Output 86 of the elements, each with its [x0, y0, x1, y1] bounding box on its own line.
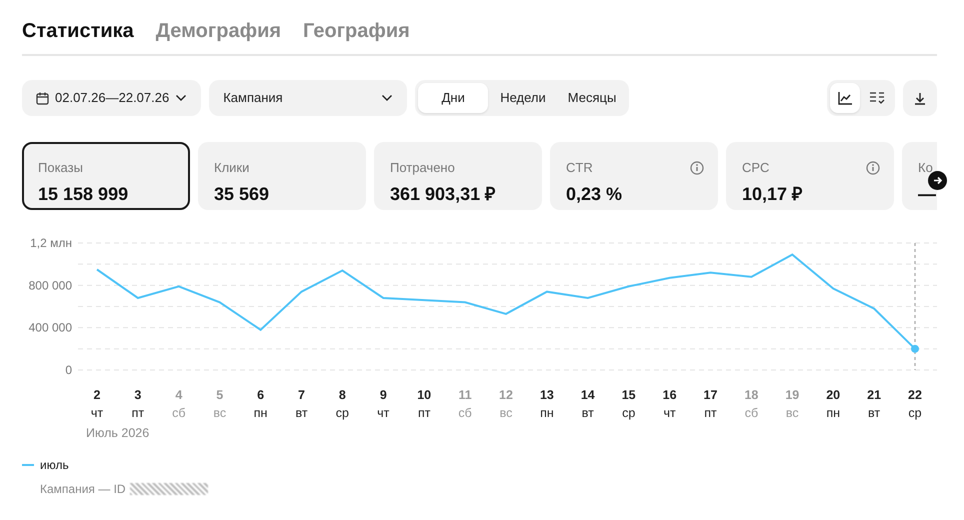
weekday-label: сб	[744, 406, 758, 420]
weekday-label: пт	[418, 406, 430, 420]
date-range-button[interactable]: 02.07.26—22.07.26	[22, 80, 202, 116]
metric-label: Показы	[38, 159, 83, 177]
campaign-dropdown[interactable]: Кампания	[209, 80, 408, 116]
day-label: 7	[298, 388, 305, 402]
metric-value: 361 903,31 ₽	[390, 183, 496, 206]
view-toggle[interactable]	[830, 83, 860, 113]
day-label: 20	[826, 388, 840, 402]
weekday-label: пн	[540, 406, 554, 420]
info-icon[interactable]	[866, 160, 880, 175]
data-point	[911, 344, 919, 353]
weekday-label: вс	[500, 406, 512, 420]
metric-card[interactable]: CTR 0,23 %	[550, 142, 718, 210]
day-label: 12	[499, 388, 513, 402]
weekday-label: сб	[172, 406, 186, 420]
download-button[interactable]	[903, 80, 937, 116]
metric-card[interactable]: Потрачено 361 903,31 ₽	[374, 142, 542, 210]
caret-icon	[175, 94, 188, 102]
calendar-icon	[36, 92, 49, 104]
metric-value: 35 569	[214, 183, 270, 206]
day-label: 15	[622, 388, 636, 402]
weekday-label: ср	[336, 406, 349, 420]
weekday-label: чт	[663, 406, 676, 420]
day-label: 8	[338, 388, 346, 402]
metric-card[interactable]: CPC 10,17 ₽	[726, 142, 894, 210]
tab[interactable]: Статистика	[22, 16, 134, 46]
metric-card[interactable]: Показы 15 158 999	[22, 142, 190, 210]
metric-label: Ко	[918, 159, 933, 177]
weekday-label: ср	[622, 406, 636, 420]
line-chart-icon	[838, 92, 852, 104]
day-label: 10	[417, 388, 432, 402]
metric-label: CPC	[742, 159, 770, 177]
scroll-right-button[interactable]	[928, 171, 947, 190]
y-axis-label: 400 000	[28, 320, 72, 335]
weekday-label: ср	[908, 406, 922, 420]
y-axis-label: 800 000	[28, 278, 72, 292]
y-axis-label: 0	[65, 363, 72, 377]
day-label: 17	[704, 388, 718, 402]
weekday-label: вт	[868, 406, 880, 420]
weekday-label: вт	[582, 406, 594, 420]
legend-caption: Кампания — ID	[40, 481, 126, 498]
weekday-label: сб	[458, 406, 472, 420]
metric-label: CTR	[566, 159, 593, 177]
month-label: Июль 2026	[86, 426, 150, 440]
metric-value: 15 158 999	[38, 183, 130, 206]
metric-value: —	[918, 183, 937, 206]
weekday-label: чт	[90, 406, 104, 420]
day-label: 9	[380, 388, 387, 402]
list-icon	[870, 92, 884, 104]
day-label: 18	[744, 388, 758, 402]
period-option[interactable]: Дни	[418, 83, 488, 113]
day-label: 3	[134, 388, 142, 402]
info-icon[interactable]	[690, 160, 704, 175]
caret-icon	[381, 94, 394, 102]
period-option[interactable]: Месяцы	[558, 83, 626, 113]
y-axis-label: 1,2 млн	[30, 236, 72, 250]
metric-label: Потрачено	[390, 159, 455, 177]
period-option[interactable]: Недели	[490, 83, 556, 113]
weekday-label: пн	[826, 406, 840, 420]
day-label: 22	[908, 388, 922, 402]
weekday-label: пн	[254, 406, 268, 420]
weekday-label: вс	[786, 406, 799, 420]
metric-card[interactable]: Клики 35 569	[198, 142, 366, 210]
arrow-right-icon	[932, 175, 943, 186]
day-label: 2	[94, 388, 100, 402]
weekday-label: вс	[213, 406, 226, 420]
metric-value: 0,23 %	[566, 183, 624, 206]
day-label: 6	[257, 388, 264, 402]
metric-value: 10,17 ₽	[742, 183, 804, 206]
day-label: 19	[785, 388, 800, 402]
metric-card[interactable]: Ко —	[902, 142, 937, 210]
metric-label: Клики	[214, 159, 250, 177]
day-label: 14	[580, 388, 595, 402]
day-label: 21	[867, 388, 882, 402]
weekday-label: пт	[704, 406, 717, 420]
weekday-label: вт	[295, 406, 308, 420]
weekday-label: чт	[377, 406, 390, 420]
download-icon	[914, 92, 926, 104]
day-label: 4	[175, 388, 182, 402]
day-label: 5	[216, 388, 224, 402]
weekday-label: пт	[132, 406, 144, 420]
day-label: 13	[540, 388, 554, 402]
day-label: 16	[662, 388, 677, 402]
legend-label: июль	[40, 457, 69, 474]
day-label: 11	[458, 388, 472, 402]
